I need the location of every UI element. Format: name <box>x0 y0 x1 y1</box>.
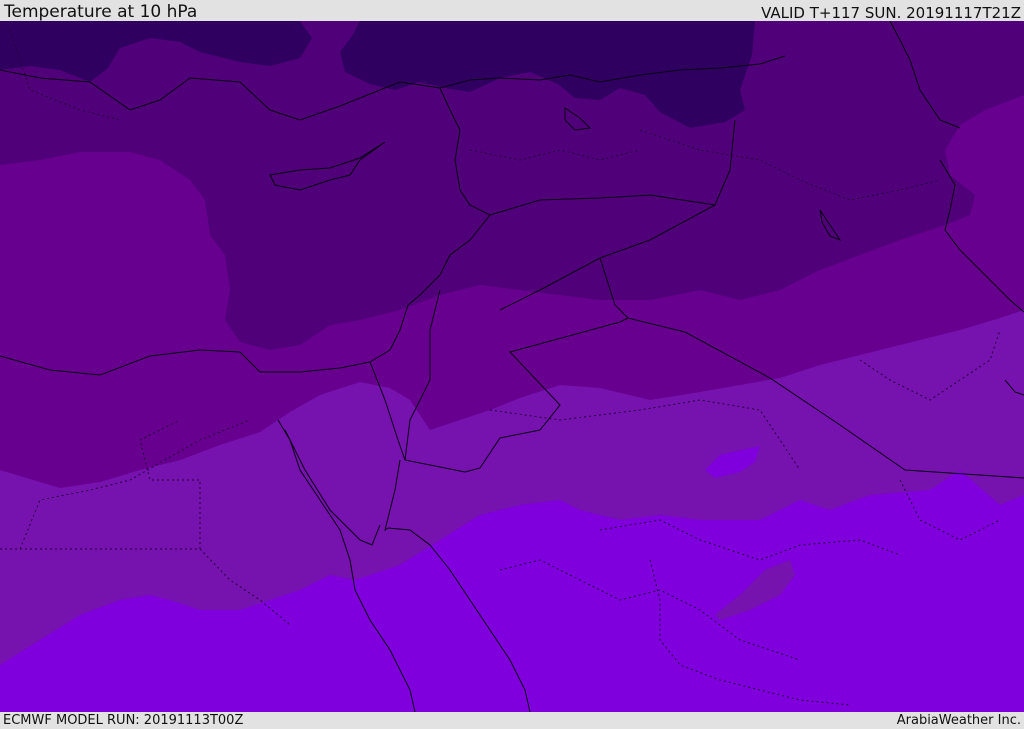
header-bar: Temperature at 10 hPa VALID T+117 SUN. 2… <box>0 0 1024 21</box>
map-canvas <box>0 21 1024 712</box>
valid-time-label: VALID T+117 SUN. 20191117T21Z <box>761 4 1021 22</box>
temperature-map[interactable] <box>0 21 1024 712</box>
footer-bar: ECMWF MODEL RUN: 20191113T00Z ArabiaWeat… <box>0 712 1024 729</box>
model-run-label: ECMWF MODEL RUN: 20191113T00Z <box>3 713 244 728</box>
credit-label: ArabiaWeather Inc. <box>896 713 1021 728</box>
map-title: Temperature at 10 hPa <box>4 2 198 22</box>
